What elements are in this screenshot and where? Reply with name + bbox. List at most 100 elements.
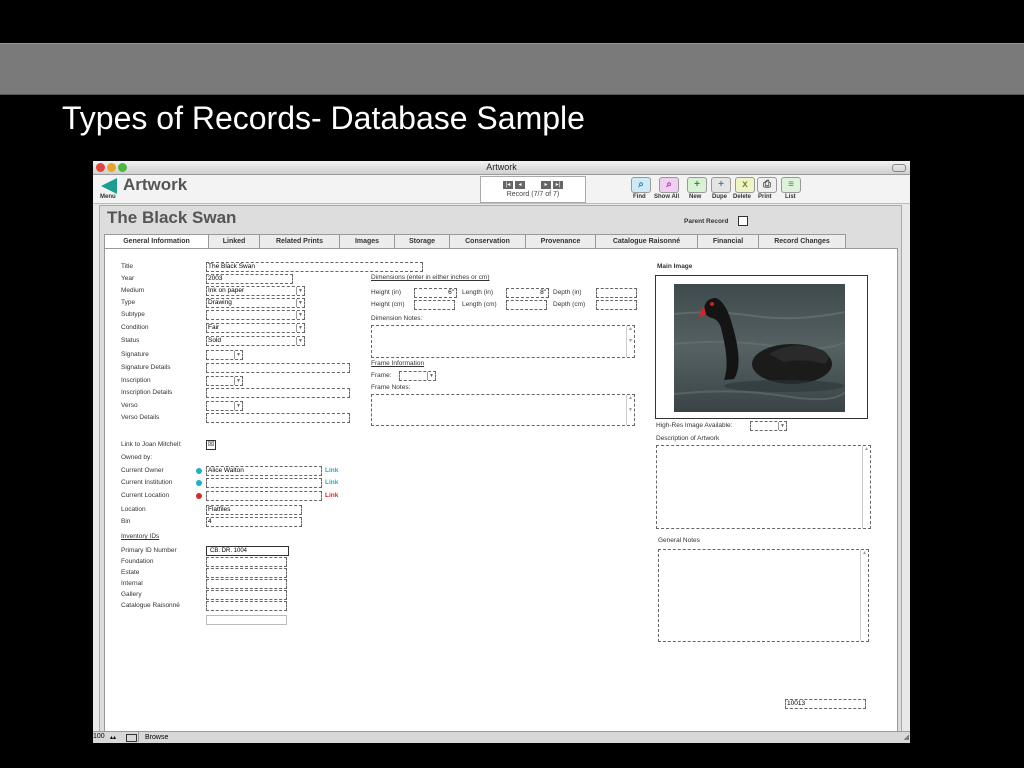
primary-id-field[interactable]: CB. DR. 1004 (206, 546, 289, 556)
print-button[interactable]: ⎙ (757, 177, 777, 193)
estate-field[interactable] (206, 568, 287, 578)
link-to-artist-checkbox[interactable]: ☒ (206, 440, 216, 450)
mode-indicator[interactable]: Browse (138, 732, 195, 742)
tab-general-information[interactable]: General Information (104, 234, 209, 249)
bin-field[interactable]: 4 (206, 517, 302, 527)
catalogue-raisonne-field[interactable] (206, 601, 287, 611)
tab-storage[interactable]: Storage (394, 234, 450, 248)
print-label[interactable]: Print (758, 194, 772, 200)
high-res-field[interactable]: ▼ (750, 421, 787, 431)
chevron-down-icon[interactable]: ▼ (296, 337, 304, 345)
toolbar-toggle-icon[interactable] (892, 164, 906, 172)
delete-button[interactable]: x (735, 177, 755, 193)
depth-in-field[interactable] (596, 288, 637, 298)
verso-details-field[interactable] (206, 413, 350, 423)
back-arrow-icon[interactable] (101, 178, 117, 194)
subtype-field[interactable]: ▼ (206, 310, 305, 320)
gallery-field[interactable] (206, 590, 287, 600)
scrollbar[interactable]: ▲ (860, 550, 868, 641)
description-field[interactable]: ▲ (656, 445, 871, 529)
current-institution-field[interactable] (206, 478, 322, 488)
chevron-down-icon[interactable]: ▼ (778, 422, 786, 430)
length-in-field[interactable]: 8" (506, 288, 549, 298)
depth-cm-field[interactable] (596, 300, 637, 310)
resize-grip-icon[interactable]: ◢ (904, 733, 909, 741)
record-id-field[interactable]: 10013 (785, 699, 866, 709)
first-record-icon[interactable]: |◂ (503, 181, 513, 189)
current-location-link[interactable]: Link (325, 492, 338, 499)
new-label[interactable]: New (689, 194, 701, 200)
zoom-level[interactable]: 100 (93, 733, 105, 740)
foundation-field[interactable] (206, 557, 287, 567)
chevron-down-icon[interactable]: ▼ (296, 311, 304, 319)
last-record-icon[interactable]: ▸| (553, 181, 563, 189)
chevron-down-icon[interactable]: ▼ (296, 299, 304, 307)
current-location-field[interactable] (206, 491, 322, 501)
status-field[interactable]: Sold ▼ (206, 336, 305, 346)
tab-financial[interactable]: Financial (697, 234, 759, 248)
delete-label[interactable]: Delete (733, 194, 751, 200)
location-field[interactable]: Flatfiles (206, 505, 302, 515)
tab-record-changes[interactable]: Record Changes (758, 234, 846, 248)
chevron-down-icon[interactable]: ▼ (296, 324, 304, 332)
chevron-down-icon[interactable]: ▼ (234, 351, 242, 359)
estate-label: Estate (121, 569, 140, 576)
next-record-icon[interactable]: ▸ (541, 181, 551, 189)
scrollbar[interactable]: ▲ ▼ (626, 326, 634, 357)
signature-label: Signature (121, 351, 149, 358)
dupe-button[interactable]: + (711, 177, 731, 193)
title-field[interactable]: The Black Swan (206, 262, 423, 272)
previous-record-icon[interactable]: ◂ (515, 181, 525, 189)
list-label[interactable]: List (785, 194, 796, 200)
dupe-label[interactable]: Dupe (712, 194, 727, 200)
chevron-down-icon[interactable]: ▼ (234, 402, 242, 410)
inscription-details-field[interactable] (206, 388, 350, 398)
tab-catalogue-raisonne[interactable]: Catalogue Raisonné (595, 234, 698, 248)
scrollbar[interactable]: ▲ (862, 446, 870, 528)
extra-id-field[interactable] (206, 615, 287, 625)
find-button[interactable]: ⌕ (631, 177, 651, 193)
general-notes-field[interactable]: ▲ (658, 549, 869, 642)
chevron-down-icon[interactable]: ▼ (296, 287, 304, 295)
condition-field[interactable]: Fair ▼ (206, 323, 305, 333)
type-field[interactable]: Drawing ▼ (206, 298, 305, 308)
height-cm-label: Height (cm) (371, 301, 405, 308)
frame-notes-field[interactable]: ▲ ▼ (371, 394, 635, 426)
internal-field[interactable] (206, 579, 287, 589)
chevron-down-icon[interactable]: ▼ (234, 377, 242, 385)
dimension-notes-field[interactable]: ▲ ▼ (371, 325, 635, 358)
current-owner-field[interactable]: Alice Walton (206, 466, 322, 476)
current-institution-link[interactable]: Link (325, 479, 338, 486)
zoom-icon[interactable]: ▴▴ (110, 734, 116, 741)
show-all-button[interactable]: ⌕ (659, 177, 679, 193)
menu-link[interactable]: Menu (100, 194, 116, 200)
scrollbar[interactable]: ▲ ▼ (626, 395, 634, 425)
new-button[interactable]: + (687, 177, 707, 193)
tab-conservation[interactable]: Conservation (449, 234, 526, 248)
tab-images[interactable]: Images (339, 234, 395, 248)
show-all-label[interactable]: Show All (654, 194, 679, 200)
frame-field[interactable]: ▼ (399, 371, 436, 381)
length-cm-field[interactable] (506, 300, 547, 310)
medium-field[interactable]: Ink on paper ▼ (206, 286, 305, 296)
tab-provenance[interactable]: Provenance (525, 234, 596, 248)
chevron-down-icon[interactable]: ▼ (427, 372, 435, 380)
find-label[interactable]: Find (633, 194, 646, 200)
signature-details-field[interactable] (206, 363, 350, 373)
signature-field[interactable]: ▼ (206, 350, 243, 360)
tab-related-prints[interactable]: Related Prints (259, 234, 340, 248)
year-field[interactable]: 2003 (206, 274, 293, 284)
medium-label: Medium (121, 287, 145, 294)
inscription-field[interactable]: ▼ (206, 376, 243, 386)
list-button[interactable]: ≡ (781, 177, 801, 193)
parent-record-checkbox[interactable] (738, 216, 748, 226)
frame-label: Frame: (371, 372, 392, 379)
verso-field[interactable]: ▼ (206, 401, 243, 411)
height-cm-field[interactable] (414, 300, 455, 310)
toggle-status-icon[interactable] (126, 734, 137, 742)
main-image-frame[interactable] (655, 275, 868, 419)
height-in-field[interactable]: 6" (414, 288, 457, 298)
tab-linked[interactable]: Linked (208, 234, 260, 248)
toolbar: Artwork Menu |◂ ◂ ▸ ▸| Record (7/7 of 7)… (93, 175, 910, 204)
current-owner-link[interactable]: Link (325, 467, 338, 474)
